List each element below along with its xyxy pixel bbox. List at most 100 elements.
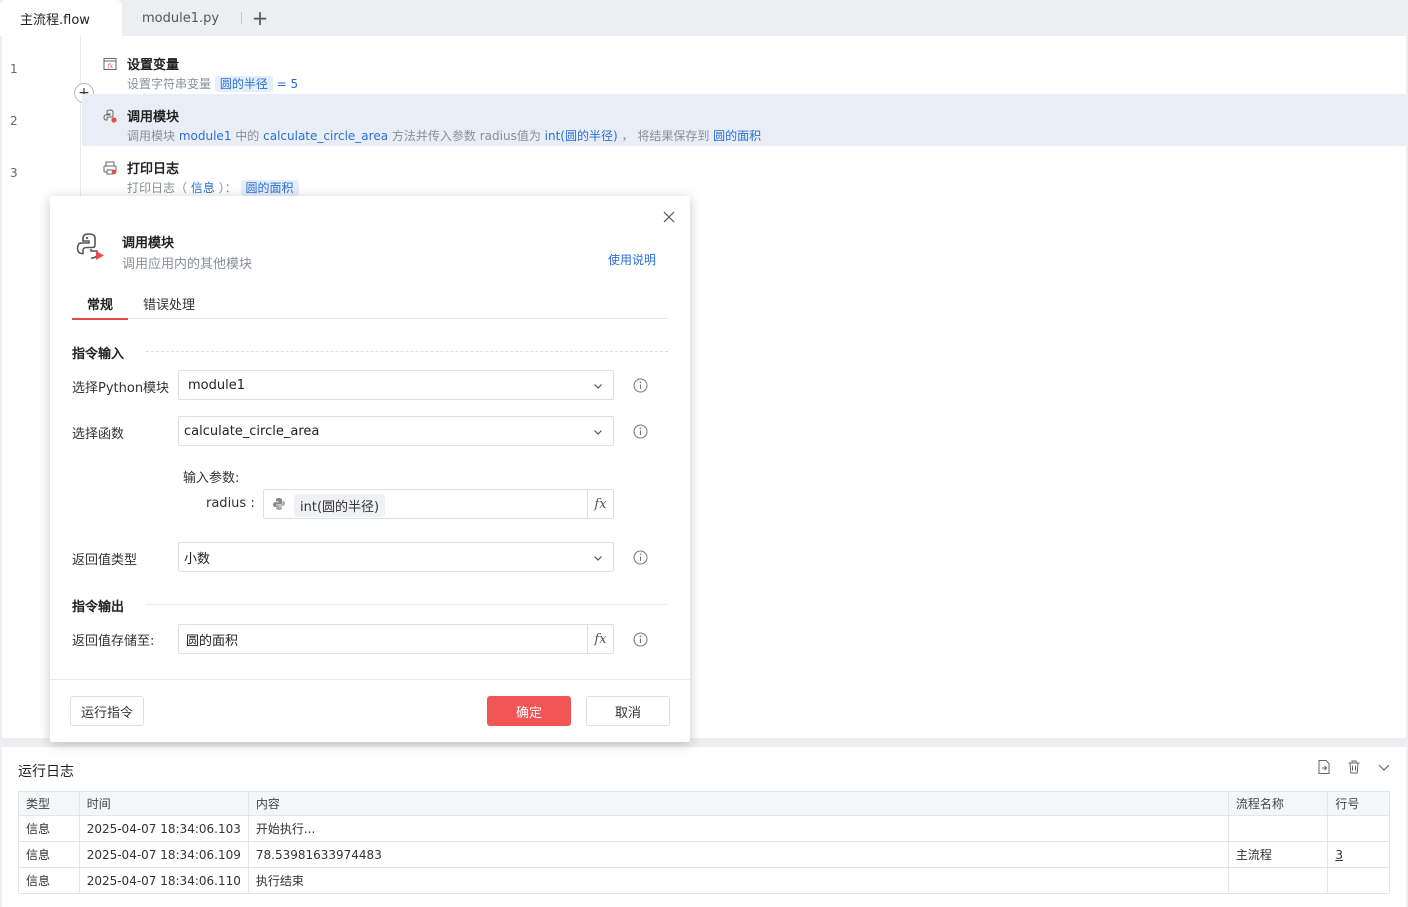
module-select[interactable]: module1 (178, 370, 614, 400)
tab-label: 主流程.flow (20, 12, 90, 28)
run-command-button[interactable]: 运行指令 (70, 696, 144, 726)
section-divider (146, 604, 668, 605)
table-header-row: 类型 时间 内容 流程名称 行号 (18, 791, 1390, 816)
line-number: 3 (10, 166, 18, 180)
variable-token: 圆的面积 (240, 180, 299, 196)
step-title: 设置变量 (127, 58, 180, 73)
cell-flow (1227, 867, 1329, 894)
column-header[interactable]: 时间 (78, 791, 249, 816)
params-heading: 输入参数: (183, 471, 240, 486)
svg-text:fx: fx (107, 63, 114, 70)
table-row[interactable]: 信息 2025-04-07 18:34:06.110 执行结束 (18, 867, 1390, 894)
info-icon[interactable] (633, 378, 648, 393)
select-value: 小数 (184, 551, 211, 567)
log-table: 类型 时间 内容 流程名称 行号 信息 2025-04-07 18:34:06.… (18, 791, 1390, 894)
dialog-subtitle: 调用应用内的其他模块 (122, 257, 253, 272)
plus-icon: + (251, 6, 269, 30)
tab-error-handling[interactable]: 错误处理 (143, 294, 195, 313)
function-select[interactable]: calculate_circle_area (178, 416, 614, 446)
step-title: 打印日志 (127, 162, 180, 177)
info-icon[interactable] (633, 424, 648, 439)
save-to-input[interactable]: 圆的面积 fx (178, 624, 614, 654)
confirm-button[interactable]: 确定 (487, 696, 571, 726)
select-value: calculate_circle_area (184, 423, 320, 439)
info-icon[interactable] (633, 632, 648, 647)
fx-button[interactable]: fx (587, 625, 613, 653)
call-module-dialog: 调用模块 调用应用内的其他模块 使用说明 常规 错误处理 指令输入 选择Pyth… (50, 196, 690, 742)
step-description: 调用模块 module1 中的 calculate_circle_area 方法… (127, 129, 762, 143)
cell-flow (1227, 815, 1329, 842)
tab-main-flow[interactable]: 主流程.flow (0, 0, 122, 36)
return-type-label: 返回值类型 (72, 553, 138, 568)
step-print-log[interactable]: 打印日志 打印日志（ 信息 ）： 圆的面积 (82, 146, 1406, 198)
column-header[interactable]: 行号 (1327, 791, 1390, 816)
python-icon (272, 497, 286, 511)
table-row[interactable]: 信息 2025-04-07 18:34:06.109 78.5398163397… (18, 841, 1390, 868)
section-title: 指令输出 (72, 600, 125, 615)
module-label: 选择Python模块 (72, 381, 170, 396)
cell-time: 2025-04-07 18:34:06.110 (78, 867, 249, 894)
param-token: int(圆的半径) (294, 494, 386, 517)
step-description: 打印日志（ 信息 ）： 圆的面积 (127, 179, 299, 196)
column-header[interactable]: 流程名称 (1227, 791, 1329, 816)
trash-icon[interactable] (1346, 759, 1362, 775)
info-icon[interactable] (633, 550, 648, 565)
cell-time: 2025-04-07 18:34:06.109 (78, 841, 249, 868)
cell-flow: 主流程 (1227, 841, 1329, 868)
add-tab-button[interactable]: + (242, 0, 278, 36)
select-value: module1 (188, 377, 245, 393)
footer-divider (50, 679, 690, 680)
collapse-icon[interactable] (1376, 759, 1392, 775)
cell-content: 执行结束 (247, 867, 1229, 894)
chevron-down-icon (593, 380, 603, 390)
column-header[interactable]: 内容 (247, 791, 1229, 816)
input-value: 圆的面积 (186, 633, 239, 649)
run-log-panel: 运行日志 类型 时间 内容 流程名称 行号 信息 2025-04-07 18:3… (2, 747, 1406, 907)
cell-type: 信息 (18, 841, 80, 868)
cell-content: 78.53981633974483 (247, 841, 1229, 868)
tab-module1[interactable]: module1.py (122, 0, 242, 36)
cancel-button[interactable]: 取消 (586, 696, 670, 726)
export-icon[interactable] (1316, 759, 1332, 775)
line-number: 2 (10, 114, 18, 128)
gutter-divider (80, 36, 81, 196)
return-type-select[interactable]: 小数 (178, 542, 614, 572)
python-module-icon (74, 230, 106, 262)
line-number: 1 (10, 62, 18, 76)
cell-time: 2025-04-07 18:34:06.103 (78, 815, 249, 842)
section-title: 指令输入 (72, 347, 125, 362)
print-icon (102, 160, 118, 176)
file-tabbar: 主流程.flow module1.py + (0, 0, 1408, 36)
function-label: 选择函数 (72, 427, 125, 442)
param-label: radius : (206, 496, 255, 511)
dialog-title: 调用模块 (122, 236, 175, 251)
tab-label: module1.py (142, 10, 220, 26)
chevron-down-icon (593, 426, 603, 436)
table-row[interactable]: 信息 2025-04-07 18:34:06.103 开始执行... (18, 815, 1390, 842)
cell-content: 开始执行... (247, 815, 1229, 842)
python-module-icon (102, 108, 118, 124)
fx-button[interactable]: fx (587, 490, 613, 518)
log-title: 运行日志 (18, 764, 74, 780)
step-call-module[interactable]: 调用模块 调用模块 module1 中的 calculate_circle_ar… (82, 94, 1406, 146)
cell-line (1327, 815, 1390, 842)
step-set-variable[interactable]: fx 设置变量 设置字符串变量 圆的半径 = 5 (82, 42, 1406, 94)
step-title: 调用模块 (127, 110, 180, 125)
dialog-tabs: 常规 错误处理 (71, 286, 668, 320)
help-link[interactable]: 使用说明 (608, 251, 656, 268)
column-header[interactable]: 类型 (18, 791, 80, 816)
save-to-label: 返回值存储至: (72, 634, 155, 649)
close-icon[interactable] (662, 210, 676, 224)
cell-line: 3 (1327, 841, 1390, 868)
radius-param-input[interactable]: int(圆的半径) fx (263, 489, 614, 519)
variable-token: 圆的半径 (214, 76, 273, 92)
step-description: 设置字符串变量 圆的半径 = 5 (127, 76, 299, 92)
cell-type: 信息 (18, 815, 80, 842)
section-divider (146, 351, 668, 352)
line-link[interactable]: 3 (1335, 848, 1343, 862)
fx-icon: fx (102, 56, 118, 72)
cell-line (1327, 867, 1390, 894)
tab-general[interactable]: 常规 (71, 294, 129, 320)
cell-type: 信息 (18, 867, 80, 894)
chevron-down-icon (593, 552, 603, 562)
